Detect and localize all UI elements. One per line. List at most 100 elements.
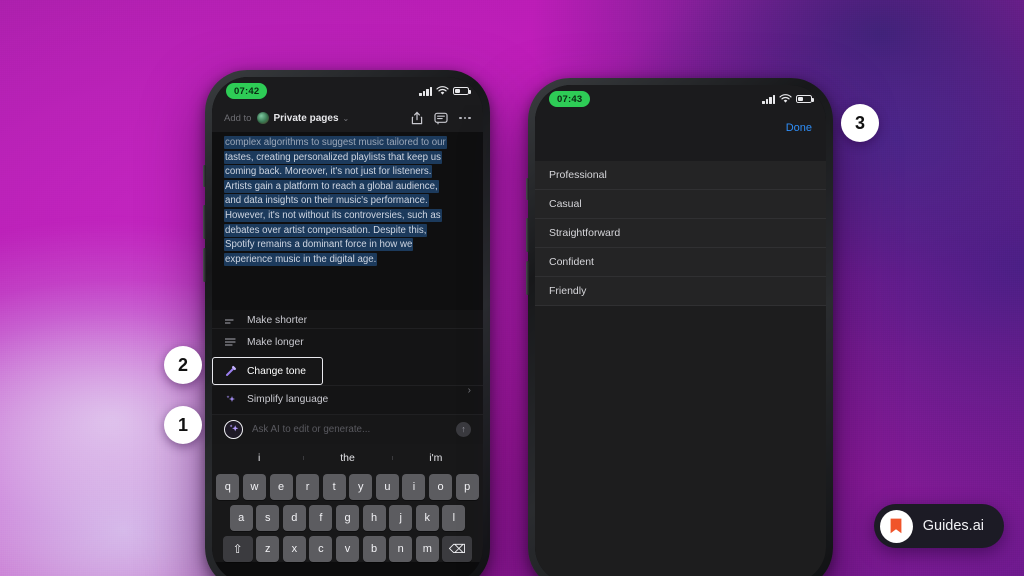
key-s[interactable]: s: [256, 504, 280, 531]
keyboard-suggestions: i the i'm: [215, 448, 480, 469]
tone-option-confident[interactable]: Confident: [535, 248, 826, 277]
make-shorter-icon: [224, 319, 237, 326]
key-p[interactable]: p: [455, 473, 479, 500]
page-selector[interactable]: Private pages ⌄: [257, 112, 349, 124]
key-t[interactable]: t: [322, 473, 346, 500]
tone-option-casual[interactable]: Casual: [535, 190, 826, 219]
callout-badge-3: 3: [841, 104, 879, 142]
key-v[interactable]: v: [336, 535, 359, 562]
share-icon[interactable]: [411, 111, 423, 125]
phone-volume-down-right[interactable]: [526, 261, 529, 295]
key-i[interactable]: i: [402, 473, 426, 500]
add-to-label: Add to: [224, 112, 252, 124]
ai-menu-item-change-tone[interactable]: Change tone: [212, 356, 323, 385]
tone-option-straightforward[interactable]: Straightforward: [535, 219, 826, 248]
tone-label: Friendly: [549, 285, 587, 297]
key-c[interactable]: c: [309, 535, 333, 562]
status-time: 07:42: [226, 83, 268, 99]
status-icons: [762, 94, 814, 104]
more-horizontal-icon[interactable]: [459, 116, 471, 120]
phone-volume-down[interactable]: [203, 248, 206, 282]
tone-options-list: Professional Casual Straightforward Conf…: [535, 161, 826, 306]
phone-volume-up-right[interactable]: [526, 218, 529, 252]
header-actions: [411, 111, 471, 125]
tone-label: Professional: [549, 169, 607, 181]
comment-icon[interactable]: [434, 112, 448, 125]
page-name-label: Private pages: [273, 112, 339, 124]
keyboard-row-3: ⇧ z x c v b n m ⌫: [215, 535, 480, 562]
tone-sheet-topbar: Done: [535, 113, 826, 143]
tone-label: Confident: [549, 256, 594, 268]
key-k[interactable]: k: [415, 504, 439, 531]
tone-label: Casual: [549, 198, 582, 210]
callout-badge-1: 1: [164, 406, 202, 444]
battery-icon: [796, 94, 814, 104]
callout-badge-2: 2: [164, 346, 202, 384]
key-j[interactable]: j: [389, 504, 413, 531]
phone-mute-switch-right[interactable]: [526, 178, 529, 200]
phone-left-screen: 07:42 Add to Private pages ⌄ complex alg…: [212, 77, 483, 576]
key-r[interactable]: r: [296, 473, 320, 500]
key-x[interactable]: x: [282, 535, 306, 562]
key-a[interactable]: a: [229, 504, 253, 531]
document-line: Spotify remains a dominant force in how …: [224, 238, 414, 252]
suggestion-chip[interactable]: i: [215, 452, 303, 464]
tone-option-professional[interactable]: Professional: [535, 161, 826, 190]
sparkle-icon[interactable]: [224, 419, 243, 439]
document-line: experience music in the digital age.: [224, 252, 378, 266]
arrow-up-icon[interactable]: ↑: [456, 421, 471, 437]
ai-input-placeholder[interactable]: Ask AI to edit or generate...: [252, 424, 447, 435]
key-o[interactable]: o: [429, 473, 453, 500]
suggestion-chip[interactable]: the: [303, 452, 391, 464]
key-h[interactable]: h: [362, 504, 386, 531]
done-button[interactable]: Done: [786, 122, 812, 134]
key-l[interactable]: l: [442, 504, 466, 531]
chevron-down-icon: ⌄: [342, 113, 350, 123]
keyboard-row-1: q w e r t y u i o p: [215, 473, 480, 500]
phone-left: 07:42 Add to Private pages ⌄ complex alg…: [203, 70, 490, 576]
guides-ai-label: Guides.ai: [922, 518, 984, 534]
status-bar-right: 07:43: [535, 85, 826, 113]
ai-menu-item-make-longer[interactable]: Make longer: [212, 328, 483, 357]
tone-label: Straightforward: [549, 227, 621, 239]
sparkle-icon: [224, 394, 237, 406]
suggestion-chip[interactable]: i'm: [391, 452, 480, 464]
document-header: Add to Private pages ⌄: [212, 105, 483, 132]
wifi-icon: [436, 86, 449, 95]
document-line: debates over artist compensation. Despit…: [224, 223, 428, 237]
status-bar-left: 07:42: [212, 77, 483, 105]
document-line: and data insights on their music's perfo…: [224, 194, 429, 208]
key-e[interactable]: e: [269, 473, 293, 500]
ai-menu-item-make-shorter[interactable]: Make shorter: [212, 310, 483, 328]
virtual-keyboard: i the i'm q w e r t y u i o p a s d f g …: [212, 443, 483, 562]
phone-volume-up[interactable]: [203, 205, 206, 239]
key-z[interactable]: z: [256, 535, 280, 562]
key-u[interactable]: u: [375, 473, 399, 500]
tone-sheet-gap: [535, 143, 826, 161]
ai-menu-label: Simplify language: [247, 394, 329, 406]
key-w[interactable]: w: [242, 473, 266, 500]
key-q[interactable]: q: [216, 473, 240, 500]
magic-wand-icon: [224, 365, 237, 377]
document-body: complex algorithms to suggest music tail…: [212, 132, 483, 310]
bookmark-icon: [879, 509, 913, 543]
status-time: 07:43: [549, 91, 591, 107]
key-b[interactable]: b: [362, 535, 386, 562]
key-y[interactable]: y: [349, 473, 373, 500]
tone-sheet-empty-area: [535, 306, 826, 576]
shift-key[interactable]: ⇧: [222, 535, 253, 562]
ai-menu-item-simplify-language[interactable]: Simplify language: [212, 385, 483, 414]
globe-icon: [257, 112, 270, 124]
background-noise: [0, 0, 1024, 576]
key-d[interactable]: d: [282, 504, 306, 531]
signal-bars-icon: [419, 86, 432, 96]
key-n[interactable]: n: [389, 535, 413, 562]
key-f[interactable]: f: [309, 504, 333, 531]
phone-mute-switch[interactable]: [203, 165, 206, 187]
backspace-key[interactable]: ⌫: [442, 535, 473, 562]
ai-input-row[interactable]: Ask AI to edit or generate... ↑: [212, 413, 483, 444]
tone-option-friendly[interactable]: Friendly: [535, 277, 826, 306]
guides-ai-watermark[interactable]: Guides.ai: [873, 504, 1004, 548]
key-m[interactable]: m: [415, 535, 439, 562]
key-g[interactable]: g: [336, 504, 359, 531]
